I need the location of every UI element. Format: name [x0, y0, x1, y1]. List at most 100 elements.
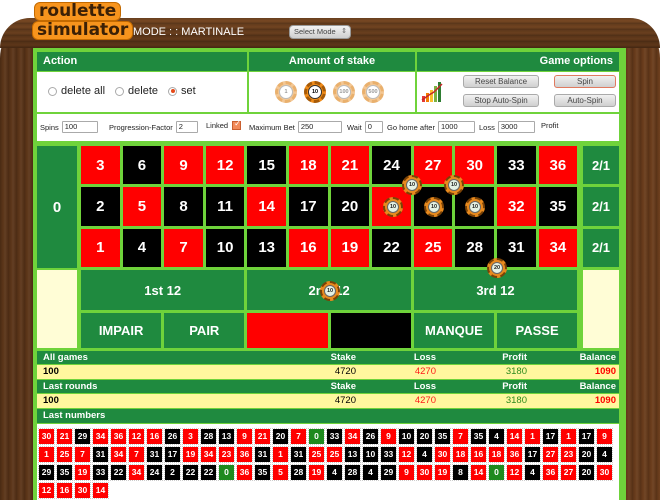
number-cell-20[interactable]: 20: [330, 187, 370, 226]
last-number: 34: [128, 464, 145, 481]
number-cell-12[interactable]: 12: [205, 146, 245, 185]
radio-delete-all[interactable]: [48, 86, 57, 96]
loss-input[interactable]: 3000: [497, 121, 535, 133]
stake-chip-value: 100: [337, 85, 351, 99]
linked-checkbox[interactable]: [232, 119, 242, 130]
last-number: 29: [380, 464, 397, 481]
last-number: 21: [56, 428, 73, 445]
gohome-input[interactable]: 1000: [437, 121, 475, 133]
number-cell-25[interactable]: 25: [413, 228, 453, 267]
number-cell-7[interactable]: 7: [164, 228, 203, 267]
number-cell-9[interactable]: 9: [164, 146, 203, 185]
all-games-balance-header: Balance: [579, 352, 616, 363]
placed-bet-chip[interactable]: 10: [320, 281, 340, 301]
column-bet-2[interactable]: 2/1: [583, 187, 619, 226]
number-cell-35[interactable]: 35: [538, 187, 578, 226]
number-cell-8[interactable]: 8: [164, 187, 203, 226]
last-number: 4: [362, 464, 379, 481]
number-cell-11[interactable]: 11: [205, 187, 245, 226]
number-cell-21[interactable]: 21: [330, 146, 370, 185]
stake-chip-10[interactable]: 10: [304, 81, 326, 103]
radio-delete-all-label[interactable]: delete all: [61, 85, 105, 97]
number-cell-3[interactable]: 3: [81, 146, 120, 185]
number-cell-19[interactable]: 19: [330, 228, 370, 267]
placed-bet-chip[interactable]: 10: [402, 175, 422, 195]
last-number: 35: [56, 464, 73, 481]
placed-bet-chip[interactable]: 10: [424, 197, 444, 217]
pair-bet[interactable]: PAIR: [164, 313, 245, 348]
number-cell-13[interactable]: 13: [247, 228, 286, 267]
factor-input[interactable]: 2: [175, 121, 198, 133]
last-number: 35: [434, 428, 451, 445]
last-number: 5: [272, 464, 289, 481]
mode-select[interactable]: Select Mode ⇕: [289, 25, 351, 39]
number-cell-33[interactable]: 33: [497, 146, 536, 185]
number-cell-15[interactable]: 15: [247, 146, 286, 185]
last-number: 24: [146, 464, 163, 481]
last-number: 34: [344, 428, 361, 445]
radio-delete-label[interactable]: delete: [128, 85, 158, 97]
number-cell-17[interactable]: 17: [289, 187, 328, 226]
placed-bet-chip[interactable]: 10: [444, 175, 464, 195]
number-cell-6[interactable]: 6: [122, 146, 162, 185]
column-bet-3[interactable]: 2/1: [583, 228, 619, 267]
number-cell-1[interactable]: 1: [81, 228, 120, 267]
stake-chip-100[interactable]: 100: [333, 81, 355, 103]
placed-bet-chip[interactable]: 20: [487, 258, 507, 278]
stake-chip-1[interactable]: 1: [275, 81, 297, 103]
last-rounds-row: 100 4720 4270 3180 1090: [37, 394, 619, 408]
passe-bet[interactable]: PASSE: [497, 313, 578, 348]
number-cell-2[interactable]: 2: [81, 187, 120, 226]
number-cell-14[interactable]: 14: [247, 187, 286, 226]
manque-bet[interactable]: MANQUE: [413, 313, 494, 348]
wait-input[interactable]: 0: [364, 121, 383, 133]
number-cell-10[interactable]: 10: [205, 228, 245, 267]
last-number: 25: [56, 446, 73, 463]
number-cell-32[interactable]: 32: [497, 187, 536, 226]
column-bet-1[interactable]: 2/1: [583, 146, 619, 185]
black-bet[interactable]: [330, 313, 411, 348]
placed-bet-chip[interactable]: 10: [383, 197, 403, 217]
placed-bet-chip[interactable]: 10: [465, 197, 485, 217]
last-number: 9: [236, 428, 253, 445]
game-options-header: Game options: [417, 52, 619, 71]
number-cell-18[interactable]: 18: [289, 146, 328, 185]
impair-bet[interactable]: IMPAIR: [81, 313, 162, 348]
last-number: 36: [236, 446, 253, 463]
last-number: 34: [92, 428, 109, 445]
logo-line1: roulette: [34, 2, 122, 21]
last-number: 26: [164, 428, 181, 445]
last-number: 25: [326, 446, 343, 463]
last-number: 2: [164, 464, 181, 481]
last-number: 16: [146, 428, 163, 445]
last-number: 17: [164, 446, 181, 463]
number-cell-16[interactable]: 16: [289, 228, 328, 267]
reset-balance-button[interactable]: Reset Balance: [463, 75, 539, 88]
number-cell-4[interactable]: 4: [122, 228, 162, 267]
last-number: 9: [596, 428, 613, 445]
profit-label: Profit: [541, 121, 559, 130]
radio-delete[interactable]: [115, 86, 125, 96]
last-number: 29: [38, 464, 55, 481]
zero-cell[interactable]: 0: [37, 146, 77, 268]
last-number: 4: [416, 446, 433, 463]
stop-auto-spin-button[interactable]: Stop Auto-Spin: [463, 94, 539, 107]
last-number: 33: [326, 428, 343, 445]
spin-button[interactable]: Spin: [554, 75, 616, 88]
radio-set-label[interactable]: set: [181, 85, 196, 97]
spins-input[interactable]: 100: [61, 121, 98, 133]
maxbet-input[interactable]: 250: [297, 121, 342, 133]
stake-chip-500[interactable]: 500: [362, 81, 384, 103]
number-cell-22[interactable]: 22: [372, 228, 411, 267]
last-number: 1: [524, 428, 541, 445]
radio-set[interactable]: [168, 86, 178, 96]
spacer-left: [37, 270, 77, 348]
auto-spin-button[interactable]: Auto-Spin: [554, 94, 616, 107]
dozen-bet-1[interactable]: 1st 12: [81, 270, 245, 310]
number-cell-36[interactable]: 36: [538, 146, 578, 185]
last-number: 3: [182, 428, 199, 445]
number-cell-5[interactable]: 5: [122, 187, 162, 226]
red-bet[interactable]: [247, 313, 328, 348]
number-cell-34[interactable]: 34: [538, 228, 578, 267]
placed-bet-value: 10: [324, 285, 336, 297]
